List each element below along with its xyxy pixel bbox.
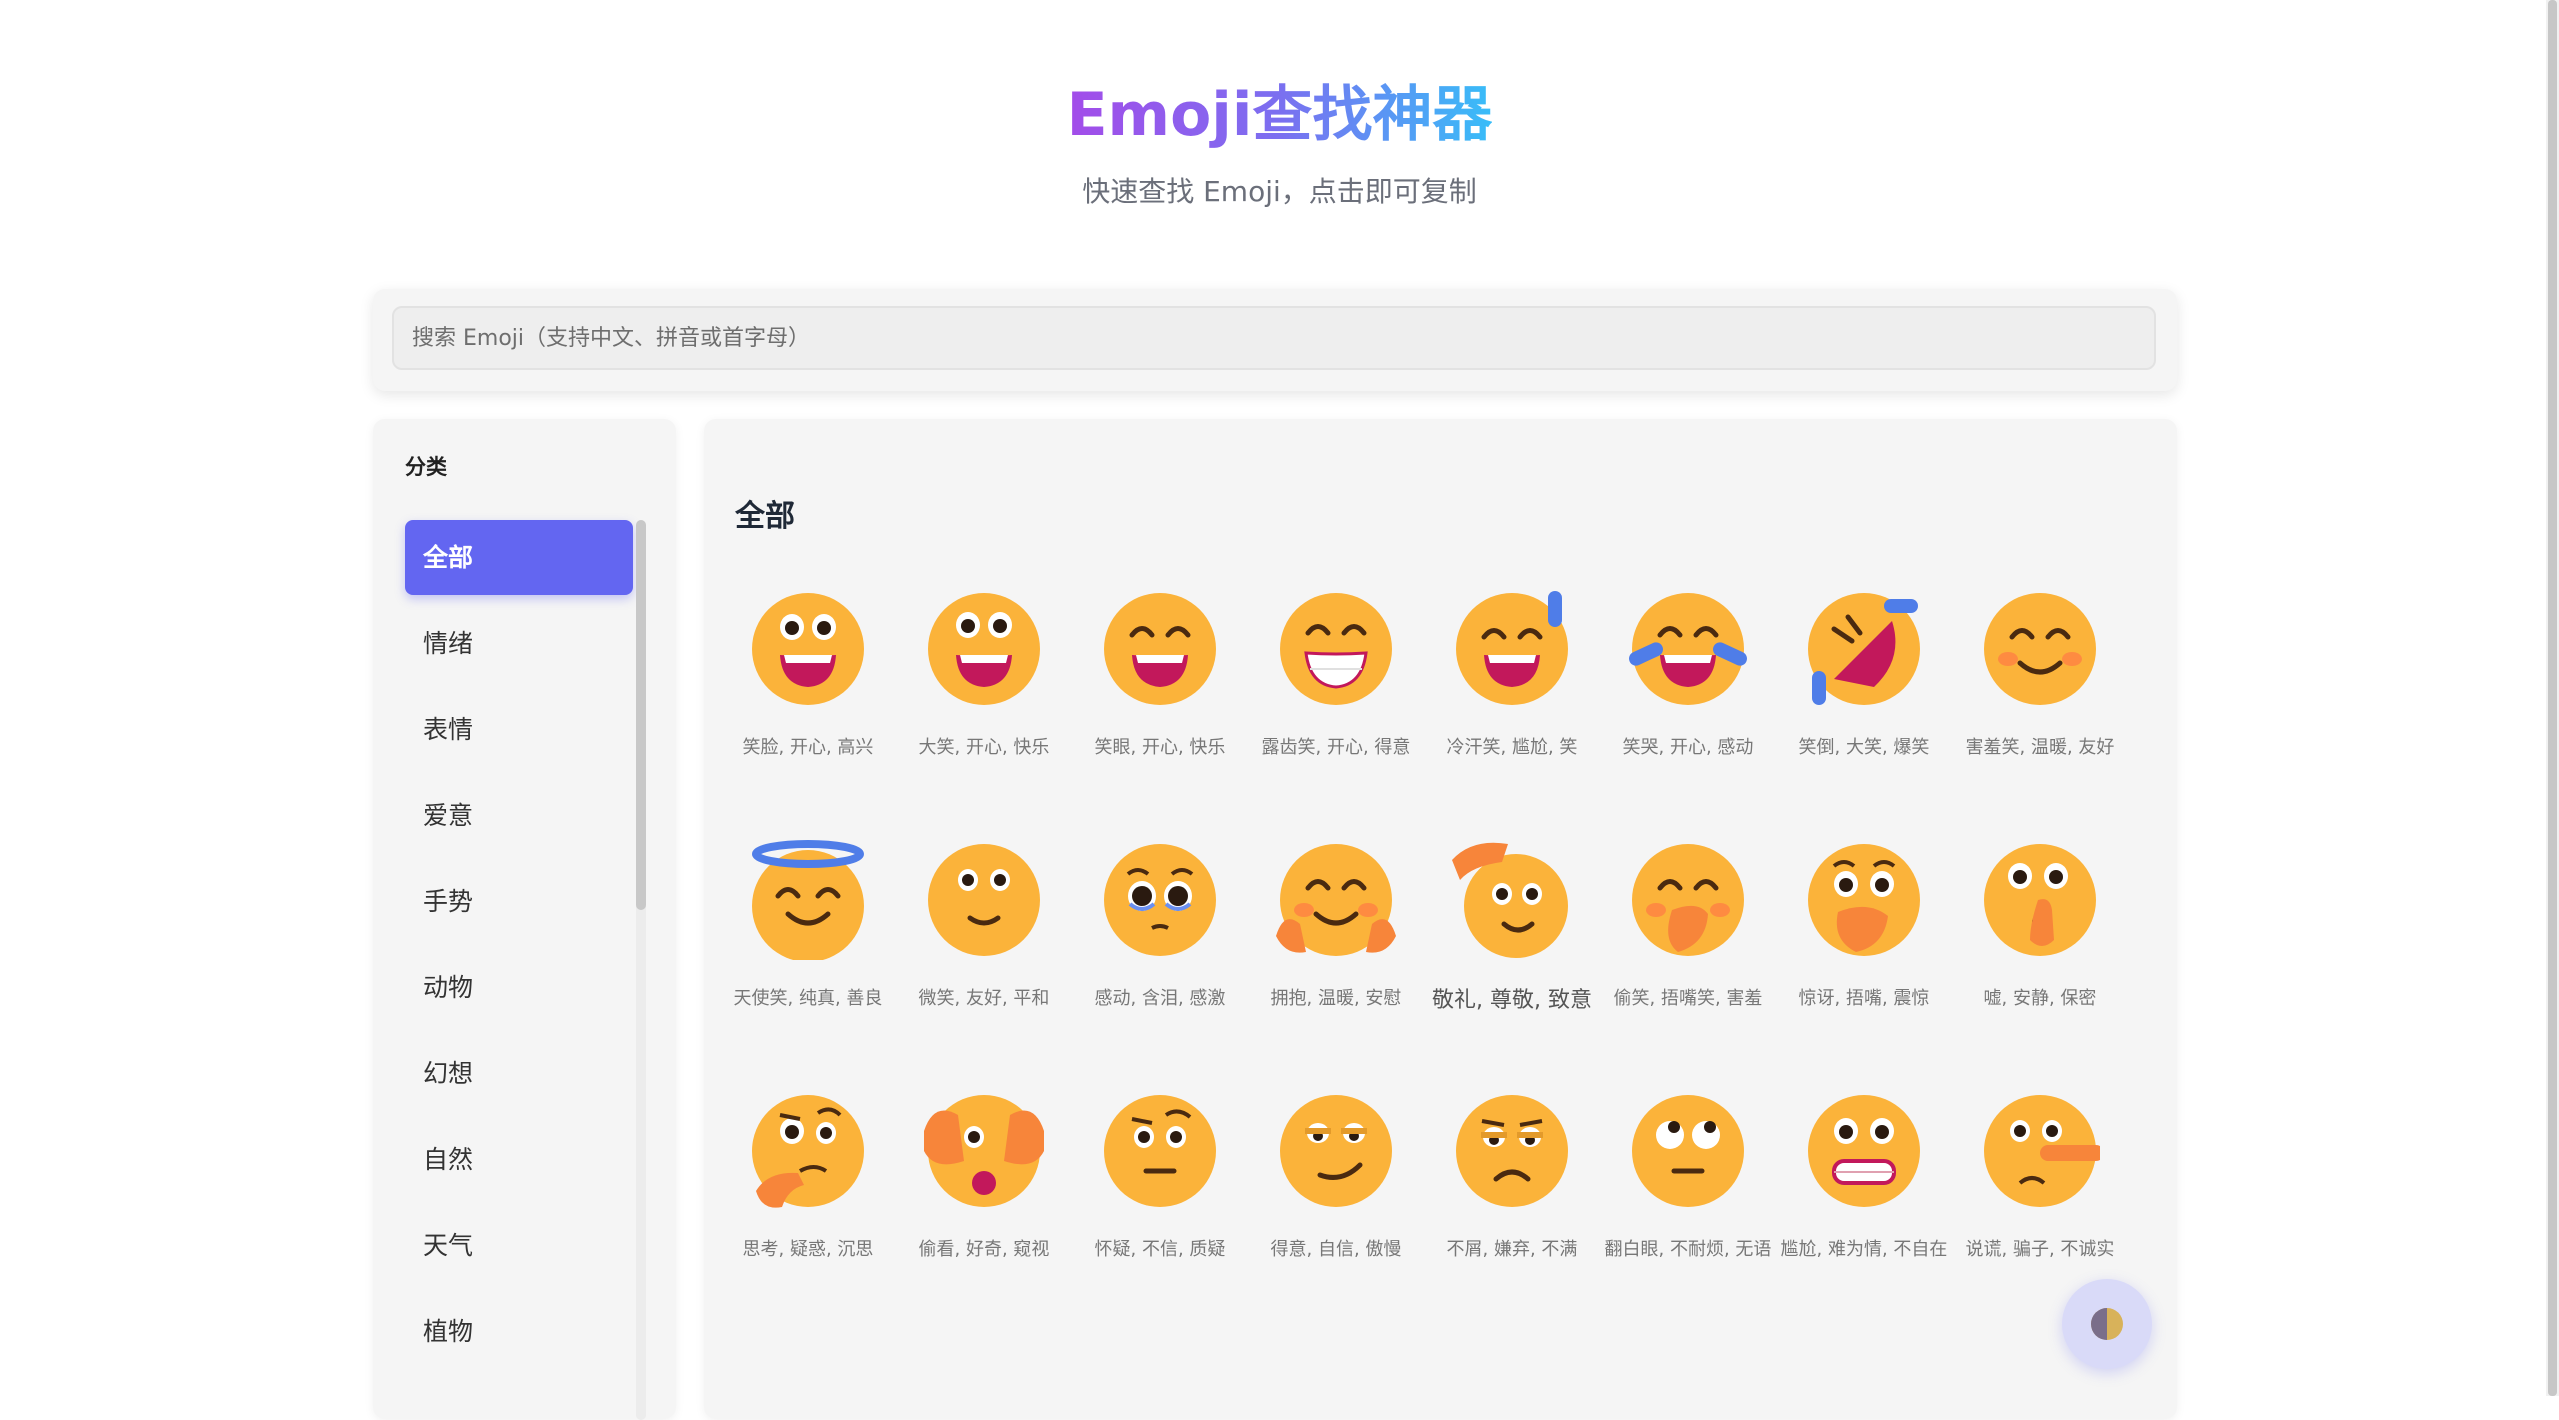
rolling-eyes-icon [1632, 1095, 1744, 1207]
emoji-card[interactable]: 微笑, 友好, 平和 [896, 840, 1072, 1091]
emoji-card[interactable]: 露齿笑, 开心, 得意 [1248, 589, 1424, 840]
category-item-expression[interactable]: 表情 [405, 692, 633, 767]
emoji-card[interactable]: 天使笑, 纯真, 善良 [720, 840, 896, 1091]
category-item-fantasy[interactable]: 幻想 [405, 1036, 633, 1111]
emoji-label: 嘘, 安静, 保密 [1983, 988, 2097, 1009]
category-item-all[interactable]: 全部 [405, 520, 633, 595]
hand-over-mouth-icon [1632, 844, 1744, 956]
page-title-text: Emoji查找神器 [1066, 80, 1493, 150]
category-item-weather[interactable]: 天气 [405, 1208, 633, 1283]
emoji-label: 天使笑, 纯真, 善良 [733, 988, 883, 1009]
search-panel [373, 289, 2177, 391]
open-eyes-hand-over-mouth-icon [1808, 844, 1920, 956]
emoji-card[interactable]: 冷汗笑, 尴尬, 笑 [1424, 589, 1600, 840]
category-item-animal[interactable]: 动物 [405, 950, 633, 1025]
emoji-label: 思考, 疑惑, 沉思 [742, 1239, 874, 1260]
emoji-card[interactable]: 拥抱, 温暖, 安慰 [1248, 840, 1424, 1091]
emoji-label: 冷汗笑, 尴尬, 笑 [1446, 737, 1578, 758]
emoji-label: 说谎, 骗子, 不诚实 [1965, 1239, 2115, 1260]
grinning-face-icon [752, 593, 864, 705]
page-scrollbar[interactable] [2546, 0, 2559, 1396]
emoji-label: 偷看, 好奇, 窥视 [918, 1239, 1050, 1260]
emoji-label: 偷笑, 捂嘴笑, 害羞 [1613, 988, 1763, 1009]
tears-of-joy-icon [1629, 593, 1747, 705]
shushing-face-icon [1984, 844, 2096, 956]
emoji-card[interactable]: 笑哭, 开心, 感动 [1600, 589, 1776, 840]
grinning-smiling-eyes-icon [1104, 593, 1216, 705]
raised-eyebrow-icon [1104, 1095, 1216, 1207]
emoji-card[interactable]: 偷笑, 捂嘴笑, 害羞 [1600, 840, 1776, 1091]
page-title: Emoji查找神器 [0, 75, 2559, 155]
page-subtitle: 快速查找 Emoji，点击即可复制 [1082, 175, 1477, 208]
emoji-label: 得意, 自信, 傲慢 [1270, 1239, 1402, 1260]
half-moon-theme-icon [2089, 1306, 2125, 1342]
emoji-label: 笑眼, 开心, 快乐 [1094, 737, 1226, 758]
lying-face-icon [1984, 1095, 2100, 1207]
category-item-gesture[interactable]: 手势 [405, 864, 633, 939]
emoji-label: 拥抱, 温暖, 安慰 [1270, 988, 1402, 1009]
grinning-sweat-icon [1456, 591, 1568, 705]
emoji-card[interactable]: 思考, 疑惑, 沉思 [720, 1091, 896, 1342]
emoji-card[interactable]: 笑脸, 开心, 高兴 [720, 589, 896, 840]
beaming-face-icon [1280, 593, 1392, 705]
emoji-label: 露齿笑, 开心, 得意 [1261, 737, 1411, 758]
halo-face-icon [752, 840, 864, 960]
emoji-grid: 笑脸, 开心, 高兴 大笑, 开心, 快乐 笑眼, 开心, 快乐 露齿笑, 开心, 得… [720, 589, 2130, 1342]
emoji-card[interactable]: 敬礼, 尊敬, 致意 [1424, 840, 1600, 1091]
category-list: 全部 情绪 表情 爱意 手势 动物 幻想 自然 天气 植物 [405, 520, 633, 1380]
rolling-on-floor-laughing-icon [1808, 593, 1920, 705]
saluting-face-icon [1452, 842, 1568, 958]
emoji-card[interactable]: 嘘, 安静, 保密 [1952, 840, 2128, 1091]
emoji-card[interactable]: 感动, 含泪, 感激 [1072, 840, 1248, 1091]
category-item-love[interactable]: 爱意 [405, 778, 633, 853]
grimacing-face-icon [1808, 1095, 1920, 1207]
emoji-card[interactable]: 笑眼, 开心, 快乐 [1072, 589, 1248, 840]
thinking-face-icon [752, 1095, 864, 1208]
slight-smile-icon [928, 844, 1040, 956]
emoji-label: 大笑, 开心, 快乐 [918, 737, 1050, 758]
emoji-card[interactable]: 尴尬, 难为情, 不自在 [1776, 1091, 1952, 1342]
emoji-card[interactable]: 笑倒, 大笑, 爆笑 [1776, 589, 1952, 840]
emoji-card[interactable]: 得意, 自信, 傲慢 [1248, 1091, 1424, 1342]
emoji-label: 翻白眼, 不耐烦, 无语 [1604, 1239, 1772, 1260]
emoji-label: 敬礼, 尊敬, 致意 [1432, 988, 1592, 1013]
emoji-card[interactable]: 怀疑, 不信, 质疑 [1072, 1091, 1248, 1342]
emoji-card[interactable]: 不屑, 嫌弃, 不满 [1424, 1091, 1600, 1342]
emoji-label: 怀疑, 不信, 质疑 [1094, 1239, 1226, 1260]
unamused-face-icon [1456, 1095, 1568, 1207]
theme-toggle-button[interactable] [2062, 1279, 2152, 1369]
emoji-label: 尴尬, 难为情, 不自在 [1780, 1239, 1948, 1260]
emoji-card[interactable]: 惊讶, 捂嘴, 震惊 [1776, 840, 1952, 1091]
sidebar-title: 分类 [405, 455, 447, 479]
emoji-label: 惊讶, 捂嘴, 震惊 [1798, 988, 1930, 1009]
emoji-label: 害羞笑, 温暖, 友好 [1965, 737, 2115, 758]
smirking-face-icon [1280, 1095, 1392, 1207]
emoji-label: 不屑, 嫌弃, 不满 [1446, 1239, 1578, 1260]
emoji-label: 微笑, 友好, 平和 [918, 988, 1050, 1009]
page-scrollbar-thumb[interactable] [2548, 0, 2557, 1396]
emoji-label: 感动, 含泪, 感激 [1094, 988, 1226, 1009]
smiling-blush-icon [1984, 593, 2096, 705]
category-item-plant[interactable]: 植物 [405, 1294, 633, 1369]
emoji-panel: 全部 笑脸, 开心, 高兴 大笑, 开心, 快乐 笑眼, 开心, 快乐 露齿笑, 开心… [704, 419, 2177, 1419]
hugging-face-icon [1276, 844, 1396, 956]
category-item-emotion[interactable]: 情绪 [405, 606, 633, 681]
section-title: 全部 [735, 499, 795, 534]
emoji-card[interactable]: 翻白眼, 不耐烦, 无语 [1600, 1091, 1776, 1342]
emoji-label: 笑哭, 开心, 感动 [1622, 737, 1754, 758]
category-item-nature[interactable]: 自然 [405, 1122, 633, 1197]
category-sidebar: 分类 全部 情绪 表情 爱意 手势 动物 幻想 自然 天气 植物 [373, 419, 676, 1420]
emoji-card[interactable]: 大笑, 开心, 快乐 [896, 589, 1072, 840]
emoji-card[interactable]: 偷看, 好奇, 窥视 [896, 1091, 1072, 1342]
emoji-label: 笑倒, 大笑, 爆笑 [1798, 737, 1930, 758]
grinning-big-eyes-icon [928, 593, 1040, 705]
emoji-card[interactable]: 害羞笑, 温暖, 友好 [1952, 589, 2128, 840]
search-input[interactable] [392, 306, 2156, 370]
peeking-eye-icon [924, 1095, 1044, 1207]
holding-back-tears-icon [1104, 844, 1216, 956]
emoji-label: 笑脸, 开心, 高兴 [742, 737, 874, 758]
sidebar-scrollbar-thumb[interactable] [636, 520, 646, 910]
